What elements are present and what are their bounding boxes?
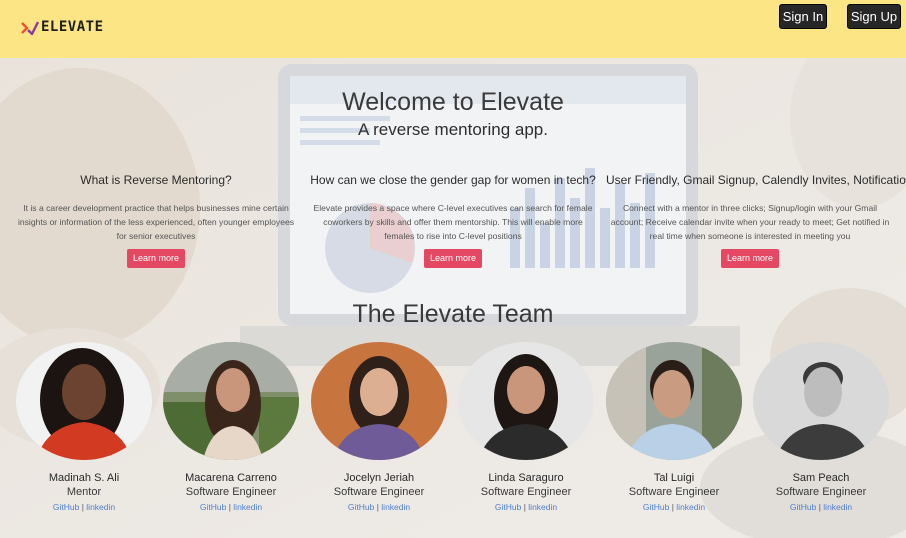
team-title: The Elevate Team [352,300,554,328]
elevate-logo-icon [21,19,40,37]
team-member-card: Linda Saraguro Software Engineer GitHub … [458,342,594,512]
member-name: Jocelyn Jeriah [343,472,415,484]
github-link[interactable]: GitHub [790,502,816,512]
linkedin-link[interactable]: linkedin [676,502,705,512]
member-links: GitHub | linkedin [753,502,889,512]
feature-text: Elevate provides a space where C-level e… [313,203,593,241]
link-separator: | [81,502,84,512]
member-photo [606,342,742,460]
hero-section: Welcome to Elevate A reverse mentoring a… [0,58,906,538]
github-link[interactable]: GitHub [495,502,521,512]
link-separator: | [671,502,674,512]
member-role: Software Engineer [628,486,720,498]
member-photo [311,342,447,460]
linkedin-link[interactable]: linkedin [233,502,262,512]
member-role: Software Engineer [185,486,277,498]
member-links: GitHub | linkedin [606,502,742,512]
member-photo [458,342,594,460]
link-separator: | [523,502,526,512]
link-separator: | [228,502,231,512]
brand-name: ELEVATE [41,19,104,35]
feature-user-friendly: User Friendly, Gmail Signup, Calendly In… [606,173,906,268]
linkedin-link[interactable]: linkedin [823,502,852,512]
github-link[interactable]: GitHub [643,502,669,512]
linkedin-link[interactable]: linkedin [528,502,557,512]
member-name: Sam Peach [792,472,850,484]
feature-gender-gap: How can we close the gender gap for wome… [310,173,596,268]
sign-up-button[interactable]: Sign Up [847,4,901,29]
github-link[interactable]: GitHub [348,502,374,512]
member-name: Madinah S. Ali [48,472,120,484]
sign-in-button[interactable]: Sign In [779,4,827,29]
member-name: Linda Saraguro [488,472,564,484]
hero-title: Welcome to Elevate [342,88,564,116]
github-link[interactable]: GitHub [200,502,226,512]
member-role: Software Engineer [775,486,867,498]
member-links: GitHub | linkedin [163,502,299,512]
member-links: GitHub | linkedin [458,502,594,512]
member-name: Tal Luigi [653,472,695,484]
learn-more-button[interactable]: Learn more [720,249,780,268]
member-links: GitHub | linkedin [16,502,152,512]
linkedin-link[interactable]: linkedin [381,502,410,512]
github-link[interactable]: GitHub [53,502,79,512]
member-role: Software Engineer [480,486,572,498]
member-photo [16,342,152,460]
member-name: Macarena Carreno [185,472,277,484]
feature-title: What is Reverse Mentoring? [80,173,232,187]
team-member-card: Macarena Carreno Software Engineer GitHu… [163,342,299,512]
member-photo [163,342,299,460]
member-role: Software Engineer [333,486,425,498]
linkedin-link[interactable]: linkedin [86,502,115,512]
brand-logo[interactable]: ELEVATE [21,19,104,37]
learn-more-button[interactable]: Learn more [126,249,186,268]
member-photo [753,342,889,460]
learn-more-button[interactable]: Learn more [423,249,483,268]
member-links: GitHub | linkedin [311,502,447,512]
link-separator: | [376,502,379,512]
team-member-card: Jocelyn Jeriah Software Engineer GitHub … [311,342,447,512]
link-separator: | [818,502,821,512]
team-member-card: Sam Peach Software Engineer GitHub | lin… [753,342,889,512]
member-role: Mentor [66,486,102,498]
navbar: ELEVATE Sign In Sign Up [0,0,906,58]
feature-reverse-mentoring: What is Reverse Mentoring? It is a caree… [15,173,297,268]
feature-title: How can we close the gender gap for wome… [310,173,596,187]
hero-subtitle: A reverse mentoring app. [358,120,548,139]
feature-text: Connect with a mentor in three clicks; S… [610,203,890,241]
feature-text: It is a career development practice that… [17,203,295,241]
team-member-card: Tal Luigi Software Engineer GitHub | lin… [606,342,742,512]
feature-title: User Friendly, Gmail Signup, Calendly In… [606,173,906,187]
team-member-card: Madinah S. Ali Mentor GitHub | linkedin [16,342,152,512]
